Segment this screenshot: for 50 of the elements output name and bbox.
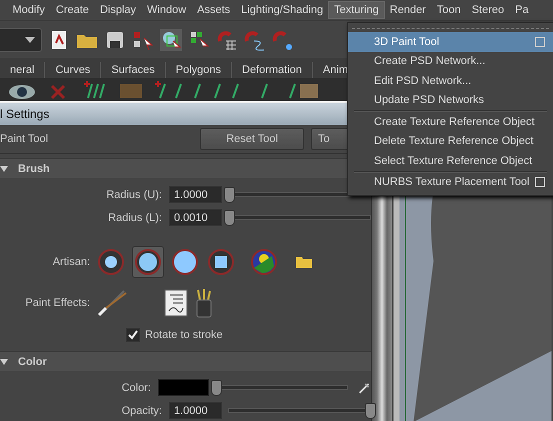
- slider-thumb[interactable]: [224, 210, 235, 226]
- menu-item[interactable]: Texturing: [328, 2, 384, 18]
- field-label: Radius (L):: [107, 212, 163, 224]
- magnet-point-icon[interactable]: [272, 28, 294, 50]
- menu-item[interactable]: Modify: [7, 2, 50, 18]
- artisan-label: Artisan:: [52, 256, 90, 268]
- color-swatch[interactable]: [158, 379, 209, 396]
- menu-item[interactable]: Window: [142, 2, 192, 18]
- menu-item[interactable]: Assets: [192, 2, 236, 18]
- magnet-grid-icon[interactable]: [216, 28, 238, 50]
- field-label: Opacity:: [120, 404, 163, 416]
- tool-name: Paint Tool: [0, 133, 48, 145]
- menu-item[interactable]: Render: [384, 2, 432, 18]
- field-label: Radius (U):: [105, 188, 163, 200]
- magnet-curve-icon[interactable]: [244, 28, 266, 50]
- expand-arrow-icon[interactable]: [0, 358, 8, 366]
- menu-item[interactable]: Lighting/Shading: [236, 2, 329, 18]
- folder-icon[interactable]: [296, 255, 312, 268]
- dropdown-field[interactable]: [0, 28, 42, 52]
- caret-icon: [25, 36, 35, 42]
- slider-thumb[interactable]: [210, 380, 222, 396]
- paint-effects-label: Paint Effects:: [24, 296, 90, 308]
- field-label: Color:: [120, 382, 152, 394]
- document-icon[interactable]: [164, 288, 188, 316]
- tool-button[interactable]: Reset Tool: [200, 128, 304, 150]
- brush-shape-button[interactable]: [96, 246, 126, 276]
- brush-shape-button[interactable]: [206, 246, 236, 276]
- slider-thumb[interactable]: [224, 187, 235, 203]
- value-field[interactable]: 1.0000: [168, 186, 222, 203]
- brush-shape-button[interactable]: [170, 246, 200, 276]
- select-object-icon[interactable]: [160, 28, 182, 50]
- window-title: l Settings: [0, 107, 50, 121]
- menu-item[interactable]: Pa: [510, 2, 534, 18]
- checkbox-label: Rotate to stroke: [145, 329, 223, 341]
- expand-arrow-icon[interactable]: [0, 164, 8, 172]
- menu-item[interactable]: Update PSD Networks: [348, 90, 553, 110]
- menu-item[interactable]: Toon: [431, 2, 466, 18]
- section-header[interactable]: Color: [0, 351, 371, 371]
- option-box-icon[interactable]: [535, 177, 545, 188]
- value-field[interactable]: 1.0000: [168, 402, 222, 419]
- brush-pot-icon[interactable]: [194, 288, 214, 318]
- checkbox[interactable]: [126, 328, 140, 342]
- brush-shape-button[interactable]: [132, 246, 164, 278]
- menu-item[interactable]: Stereo: [466, 2, 510, 18]
- landscape-icon[interactable]: [250, 248, 278, 276]
- menu-item[interactable]: Display: [94, 2, 142, 18]
- slider-thumb[interactable]: [365, 403, 376, 419]
- value-field[interactable]: 0.0010: [168, 209, 222, 226]
- menu-item[interactable]: Create: [50, 2, 94, 18]
- menu-item[interactable]: 3D Paint Tool: [348, 32, 553, 52]
